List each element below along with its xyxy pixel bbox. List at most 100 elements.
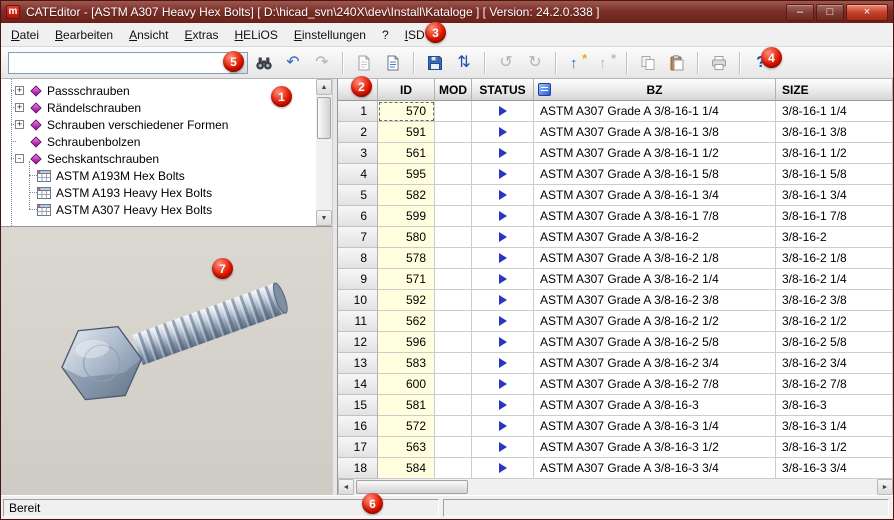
cell-bz[interactable]: ASTM A307 Grade A 3/8-16-3 1/4 [534, 416, 776, 437]
cell-mod[interactable] [435, 101, 472, 122]
row-number-cell[interactable]: 16 [338, 416, 378, 437]
cell-id[interactable]: 599 [378, 206, 435, 227]
cell-size[interactable]: 3/8-16-2 1/8 [776, 248, 893, 269]
cell-mod[interactable] [435, 143, 472, 164]
row-number-cell[interactable]: 15 [338, 395, 378, 416]
cell-mod[interactable] [435, 416, 472, 437]
row-number-cell[interactable]: 10 [338, 290, 378, 311]
cell-id[interactable]: 570 [378, 101, 435, 122]
cell-size[interactable]: 3/8-16-3 3/4 [776, 458, 893, 479]
cell-id[interactable]: 563 [378, 437, 435, 458]
cell-mod[interactable] [435, 311, 472, 332]
cell-status[interactable] [472, 374, 534, 395]
row-number-cell[interactable]: 2 [338, 122, 378, 143]
cell-size[interactable]: 3/8-16-1 1/2 [776, 143, 893, 164]
row-number-cell[interactable]: 17 [338, 437, 378, 458]
menu-help[interactable]: ? [374, 24, 397, 46]
close-button[interactable]: × [846, 4, 888, 21]
cell-size[interactable]: 3/8-16-2 5/8 [776, 332, 893, 353]
part-preview-3d[interactable] [1, 226, 332, 495]
cell-status[interactable] [472, 290, 534, 311]
cell-id[interactable]: 581 [378, 395, 435, 416]
cell-status[interactable] [472, 458, 534, 479]
menu-extras[interactable]: Extras [176, 24, 226, 46]
tree-item-astm-a307-heavy-hex-bolts[interactable]: ASTM A307 Heavy Hex Bolts [1, 201, 316, 218]
column-header-id[interactable]: ID [378, 79, 435, 101]
tree-item-passschrauben[interactable]: + Passschrauben [1, 82, 316, 99]
cell-bz[interactable]: ASTM A307 Grade A 3/8-16-1 3/8 [534, 122, 776, 143]
collapse-toggle-icon[interactable]: - [15, 154, 24, 163]
cell-id[interactable]: 580 [378, 227, 435, 248]
cell-status[interactable] [472, 332, 534, 353]
undo-button[interactable]: ↺ [493, 50, 519, 76]
cell-bz[interactable]: ASTM A307 Grade A 3/8-16-2 1/4 [534, 269, 776, 290]
menu-ansicht[interactable]: Ansicht [121, 24, 176, 46]
cell-size[interactable]: 3/8-16-3 1/2 [776, 437, 893, 458]
cell-mod[interactable] [435, 227, 472, 248]
column-header-status[interactable]: STATUS [472, 79, 534, 101]
cell-size[interactable]: 3/8-16-1 3/8 [776, 122, 893, 143]
cell-bz[interactable]: ASTM A307 Grade A 3/8-16-1 1/4 [534, 101, 776, 122]
cell-status[interactable] [472, 269, 534, 290]
cell-mod[interactable] [435, 185, 472, 206]
menu-bearbeiten[interactable]: Bearbeiten [47, 24, 121, 46]
cell-mod[interactable] [435, 122, 472, 143]
hscroll-thumb[interactable] [356, 480, 468, 494]
tree-item-raendelschrauben[interactable]: + Rändelschrauben [1, 99, 316, 116]
edit-table-button[interactable] [380, 50, 406, 76]
redo-button[interactable]: ↻ [522, 50, 548, 76]
expand-toggle-icon[interactable]: + [15, 120, 24, 129]
insert-row-button[interactable]: ↑* [564, 50, 590, 76]
cell-id[interactable]: 562 [378, 311, 435, 332]
cell-mod[interactable] [435, 332, 472, 353]
cell-status[interactable] [472, 416, 534, 437]
row-number-cell[interactable]: 12 [338, 332, 378, 353]
cell-bz[interactable]: ASTM A307 Grade A 3/8-16-2 7/8 [534, 374, 776, 395]
cell-size[interactable]: 3/8-16-2 7/8 [776, 374, 893, 395]
cell-id[interactable]: 596 [378, 332, 435, 353]
cell-size[interactable]: 3/8-16-1 7/8 [776, 206, 893, 227]
cell-id[interactable]: 582 [378, 185, 435, 206]
tree-item-schraubenbolzen[interactable]: Schraubenbolzen [1, 133, 316, 150]
cell-size[interactable]: 3/8-16-2 1/4 [776, 269, 893, 290]
cell-status[interactable] [472, 143, 534, 164]
row-number-cell[interactable]: 8 [338, 248, 378, 269]
cell-size[interactable]: 3/8-16-2 3/8 [776, 290, 893, 311]
row-number-cell[interactable]: 5 [338, 185, 378, 206]
cell-status[interactable] [472, 227, 534, 248]
cell-status[interactable] [472, 248, 534, 269]
find-button[interactable] [251, 50, 277, 76]
cell-mod[interactable] [435, 269, 472, 290]
scroll-up-button[interactable]: ▲ [316, 79, 332, 95]
cell-bz[interactable]: ASTM A307 Grade A 3/8-16-3 [534, 395, 776, 416]
paste-button[interactable] [664, 50, 690, 76]
cell-status[interactable] [472, 437, 534, 458]
row-number-cell[interactable]: 4 [338, 164, 378, 185]
cell-size[interactable]: 3/8-16-1 3/4 [776, 185, 893, 206]
expand-toggle-icon[interactable]: + [15, 103, 24, 112]
cell-bz[interactable]: ASTM A307 Grade A 3/8-16-2 1/8 [534, 248, 776, 269]
cell-mod[interactable] [435, 437, 472, 458]
cell-mod[interactable] [435, 290, 472, 311]
cell-mod[interactable] [435, 353, 472, 374]
save-button[interactable] [422, 50, 448, 76]
cell-bz[interactable]: ASTM A307 Grade A 3/8-16-1 7/8 [534, 206, 776, 227]
cell-mod[interactable] [435, 458, 472, 479]
cell-id[interactable]: 600 [378, 374, 435, 395]
cell-mod[interactable] [435, 395, 472, 416]
print-button[interactable] [706, 50, 732, 76]
copy-button[interactable] [635, 50, 661, 76]
navigate-forward-button[interactable]: ↷ [309, 50, 335, 76]
tree-item-astm-a193-heavy-hex-bolts[interactable]: ASTM A193 Heavy Hex Bolts [1, 184, 316, 201]
cell-status[interactable] [472, 206, 534, 227]
cell-size[interactable]: 3/8-16-2 3/4 [776, 353, 893, 374]
hscroll-track[interactable] [354, 479, 877, 495]
cell-bz[interactable]: ASTM A307 Grade A 3/8-16-3 3/4 [534, 458, 776, 479]
scroll-down-button[interactable]: ▼ [316, 210, 332, 226]
search-combo-input[interactable] [9, 53, 230, 73]
minimize-button[interactable]: – [786, 4, 814, 21]
column-header-size[interactable]: SIZE [776, 79, 893, 101]
expand-toggle-icon[interactable]: + [15, 86, 24, 95]
cell-id[interactable]: 592 [378, 290, 435, 311]
cell-status[interactable] [472, 311, 534, 332]
